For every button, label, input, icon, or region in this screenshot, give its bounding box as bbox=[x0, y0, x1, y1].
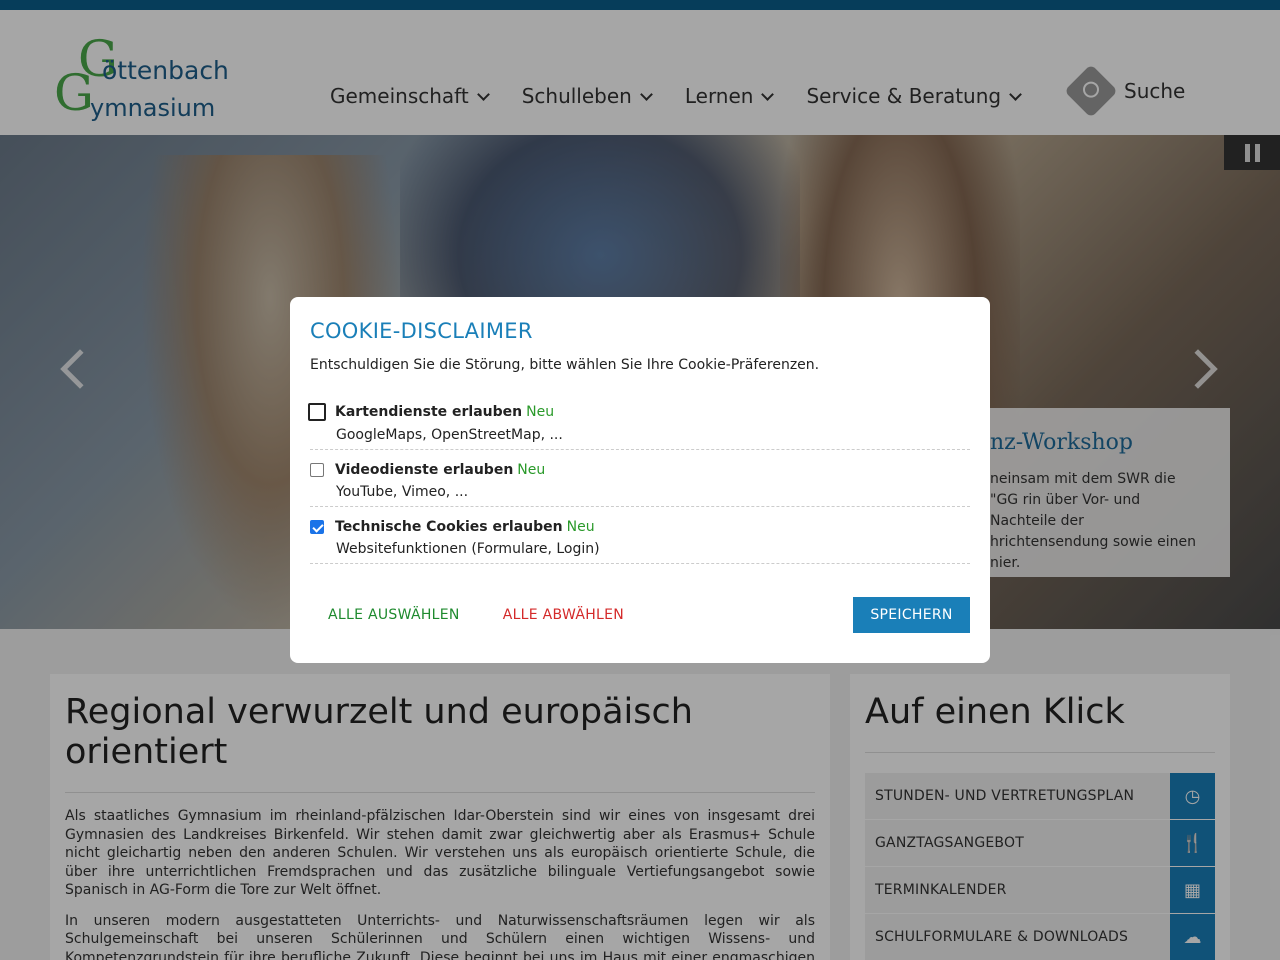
technical-option-description: Websitefunktionen (Formulare, Login) bbox=[336, 541, 600, 557]
maps-option-description: GoogleMaps, OpenStreetMap, ... bbox=[336, 427, 563, 443]
cookie-dialog: COOKIE-DISCLAIMER Entschuldigen Sie die … bbox=[290, 297, 990, 663]
cookie-dialog-actions: ALLE AUSWÄHLEN ALLE ABWÄHLEN SPEICHERN bbox=[310, 597, 970, 633]
video-option-label: Videodienste erlauben bbox=[335, 462, 514, 478]
new-badge: Neu bbox=[517, 462, 546, 478]
new-badge: Neu bbox=[526, 404, 555, 420]
cookie-dialog-title: COOKIE-DISCLAIMER bbox=[310, 319, 533, 343]
maps-checkbox[interactable] bbox=[308, 403, 326, 421]
new-badge: Neu bbox=[566, 519, 595, 535]
video-checkbox[interactable] bbox=[310, 463, 324, 477]
cookie-option-technical: Technische Cookies erlauben Neu Websitef… bbox=[310, 507, 970, 564]
save-button[interactable]: SPEICHERN bbox=[853, 597, 970, 633]
select-all-button[interactable]: ALLE AUSWÄHLEN bbox=[328, 607, 460, 623]
cookie-dialog-subtitle: Entschuldigen Sie die Störung, bitte wäh… bbox=[310, 357, 820, 373]
technical-option-label: Technische Cookies erlauben bbox=[335, 519, 563, 535]
cookie-option-video: Videodienste erlauben Neu YouTube, Vimeo… bbox=[310, 450, 970, 507]
video-option-description: YouTube, Vimeo, ... bbox=[336, 484, 469, 500]
deselect-all-button[interactable]: ALLE ABWÄHLEN bbox=[503, 607, 624, 623]
cookie-option-maps: Kartendienste erlauben Neu GoogleMaps, O… bbox=[308, 391, 970, 450]
technical-checkbox[interactable] bbox=[310, 520, 324, 534]
maps-option-label: Kartendienste erlauben bbox=[335, 404, 523, 420]
